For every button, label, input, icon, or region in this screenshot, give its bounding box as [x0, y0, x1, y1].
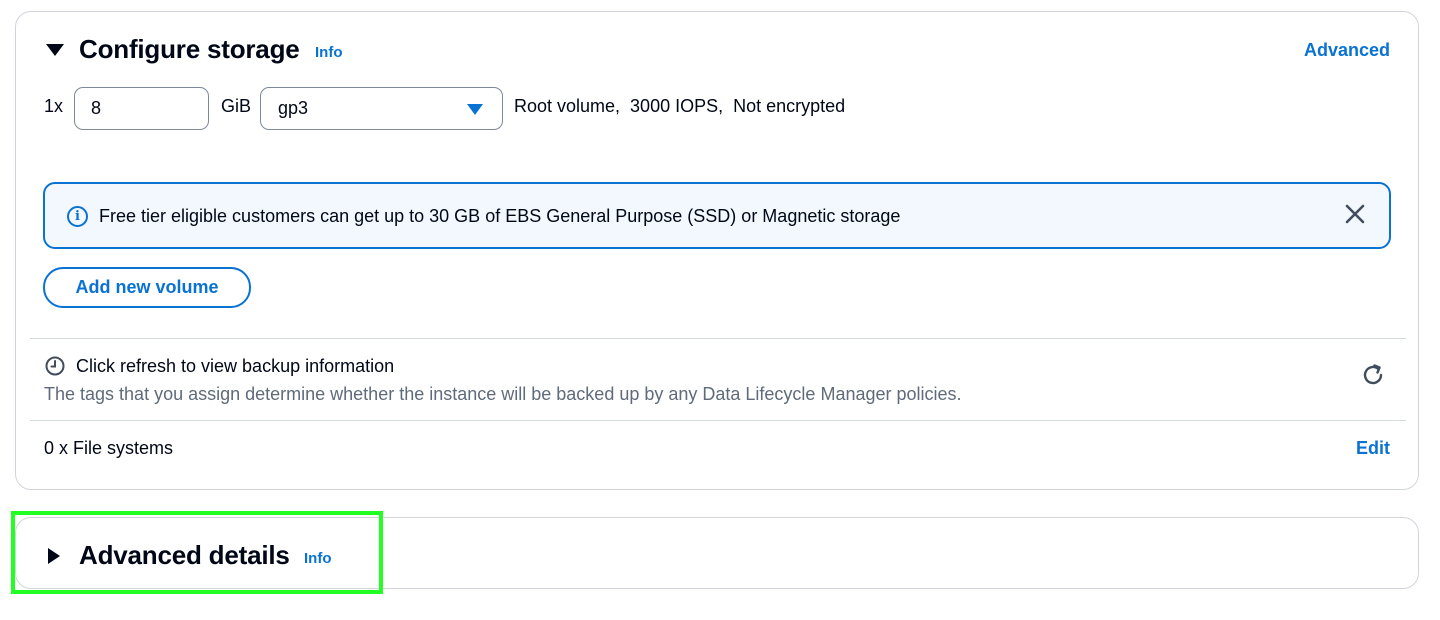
divider — [30, 420, 1406, 421]
advanced-details-panel[interactable]: Advanced details Info — [15, 517, 1419, 589]
file-systems-count: 0 x File systems — [44, 438, 174, 458]
free-tier-alert: i Free tier eligible customers can get u… — [43, 182, 1391, 249]
add-new-volume-button[interactable]: Add new volume — [43, 267, 251, 308]
volume-unit-label: GiB — [221, 96, 252, 116]
backup-title: Click refresh to view backup information — [76, 356, 395, 376]
expand-caret-icon[interactable] — [48, 548, 60, 564]
configure-storage-panel: Configure storage Info Advanced 1x GiB g… — [15, 11, 1419, 490]
advanced-link[interactable]: Advanced — [1304, 40, 1390, 61]
refresh-icon[interactable] — [1360, 362, 1386, 388]
edit-file-systems-link[interactable]: Edit — [1356, 438, 1390, 459]
volume-description: Root volume, 3000 IOPS, Not encrypted — [514, 96, 846, 116]
volume-multiplier: 1x — [44, 96, 64, 116]
collapse-caret-icon[interactable] — [46, 44, 64, 56]
info-link[interactable]: Info — [304, 550, 332, 567]
backup-description: The tags that you assign determine wheth… — [44, 384, 962, 404]
volume-type-select[interactable]: gp3 — [260, 87, 503, 130]
caret-down-icon — [467, 104, 483, 115]
panel-title[interactable]: Advanced details — [79, 540, 290, 571]
divider — [30, 338, 1406, 339]
close-icon[interactable] — [1343, 202, 1367, 226]
clock-icon — [45, 356, 65, 376]
panel-title[interactable]: Configure storage — [79, 34, 300, 65]
alert-text: Free tier eligible customers can get up … — [99, 206, 901, 226]
volume-size-input[interactable] — [74, 87, 209, 130]
volume-type-value: gp3 — [278, 98, 309, 118]
info-circle-icon: i — [67, 206, 88, 227]
info-link[interactable]: Info — [315, 44, 343, 61]
